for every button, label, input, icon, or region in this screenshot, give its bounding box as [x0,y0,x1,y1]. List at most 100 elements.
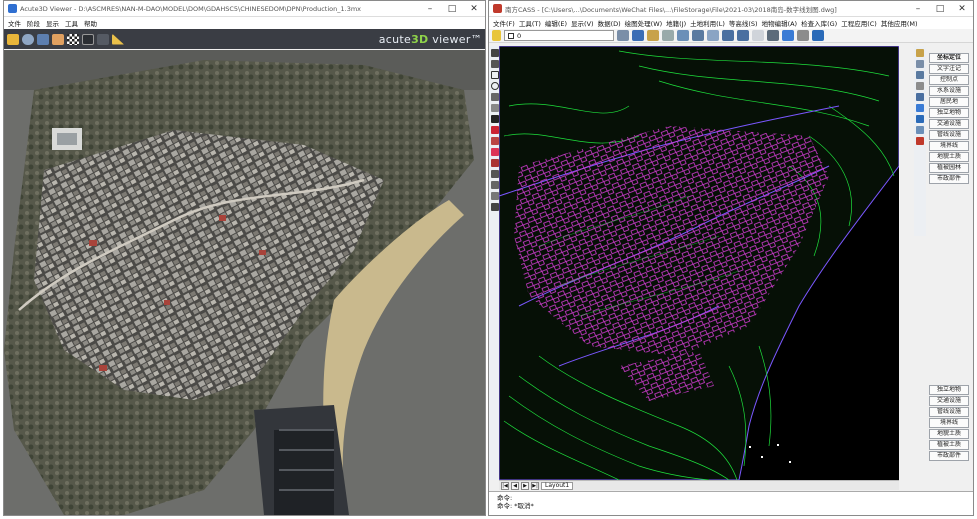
panel-btn-vegetation[interactable]: 植被园林 [929,163,969,173]
layer-icon[interactable] [492,30,501,41]
ucs-icon[interactable] [916,93,924,101]
pan-hand-icon[interactable] [52,33,64,45]
node-edit-icon[interactable] [916,60,924,68]
menu-item-contour[interactable]: 等高线(S) [729,18,758,28]
offset-icon[interactable] [491,192,499,200]
select-icon[interactable] [782,30,794,41]
panel-btn-municipal[interactable]: 市政部件 [929,174,969,184]
menu-item-tools[interactable]: 工具(T) [519,18,541,28]
layer-manager-icon[interactable] [617,30,629,41]
panel-btn-text-annotation[interactable]: 文字注记 [929,64,969,74]
pen-icon[interactable] [916,49,924,57]
panel-btn-residential[interactable]: 居民地 [929,97,969,107]
prev-tab-icon[interactable]: ◀ [511,481,519,490]
maximize-icon[interactable]: □ [441,4,463,14]
save-icon[interactable] [632,30,644,41]
open-folder-icon[interactable] [7,33,19,45]
menu-item-cadastre[interactable]: 地籍(J) [666,18,686,28]
menu-item-display[interactable]: 显示(V) [571,18,594,28]
panel-btn-boundary-2[interactable]: 境界线 [929,418,969,428]
menu-item-feature-edit[interactable]: 地物编辑(A) [762,18,798,28]
hatch-icon[interactable] [491,104,499,112]
edit-icon[interactable] [647,30,659,41]
measure-icon[interactable] [112,33,124,45]
zoom-previous-icon[interactable] [707,30,719,41]
3d-model-viewport[interactable] [4,50,485,515]
redo-icon[interactable] [737,30,749,41]
scale-icon[interactable] [491,159,499,167]
menu-item-engineering[interactable]: 工程应用(C) [841,18,877,28]
panel-btn-water[interactable]: 水系设施 [929,86,969,96]
close-icon[interactable]: ✕ [463,4,485,14]
panel-btn-coordinate[interactable]: 坐标定位 [929,53,969,63]
command-line[interactable]: 命令: 命令: *取消* [489,491,973,515]
grid-icon[interactable] [767,30,779,41]
erase-icon[interactable] [491,203,499,211]
shading-icon[interactable] [97,33,109,45]
panel-btn-boundary[interactable]: 境界线 [929,141,969,151]
panel-btn-pipeline[interactable]: 管线设施 [929,130,969,140]
pan-icon[interactable] [662,30,674,41]
copy-icon[interactable] [491,137,499,145]
panel-btn-pipeline-2[interactable]: 管线设施 [929,407,969,417]
line-icon[interactable] [491,49,499,57]
menu-item-data[interactable]: 数据(D) [598,18,621,28]
checker-texture-icon[interactable] [67,33,79,45]
move-icon[interactable] [491,126,499,134]
first-tab-icon[interactable]: |◀ [501,481,509,490]
help-icon[interactable] [812,30,824,41]
tab-layout1[interactable]: Layout1 [541,481,574,490]
rotate-icon[interactable] [491,148,499,156]
delete-icon[interactable] [916,137,924,145]
panel-btn-traffic[interactable]: 交通设施 [929,119,969,129]
properties-icon[interactable] [752,30,764,41]
menu-item-edit[interactable]: 编辑(E) [545,18,567,28]
panel-btn-vegetation-2[interactable]: 植被土质 [929,440,969,450]
snap-icon[interactable] [916,104,924,112]
panel-btn-landform[interactable]: 地貌土质 [929,152,969,162]
circle-icon[interactable] [491,82,499,90]
cad-drawing-canvas[interactable] [499,46,899,480]
ortho-icon[interactable] [916,115,924,123]
panel-btn-control-point[interactable]: 控制点 [929,75,969,85]
minimize-icon[interactable]: – [419,4,441,14]
zoom-window-icon[interactable] [677,30,689,41]
maximize-icon[interactable]: □ [929,4,951,14]
layer-select[interactable]: 0 [504,30,614,41]
menu-item-land-use[interactable]: 土地利用(L) [690,18,725,28]
undo-icon[interactable] [722,30,734,41]
close-icon[interactable]: ✕ [951,4,973,14]
text-icon[interactable] [491,115,499,123]
panel-btn-independent-2[interactable]: 独立地物 [929,385,969,395]
last-tab-icon[interactable]: ▶| [531,481,539,490]
menu-item-file[interactable]: 文件(F) [493,18,515,28]
menu-item-other[interactable]: 其他应用(M) [881,18,918,28]
edit-toolbar [914,46,926,236]
orbit-icon[interactable] [22,33,34,45]
menu-item-check[interactable]: 检查入库(G) [801,18,837,28]
menu-item-tools[interactable]: 工具 [65,18,78,28]
polar-icon[interactable] [916,126,924,134]
menu-item-display[interactable]: 显示 [46,18,59,28]
menu-item-stage[interactable]: 阶段 [27,18,40,28]
wireframe-icon[interactable] [82,33,94,45]
rectangle-icon[interactable] [491,71,499,79]
menu-item-file[interactable]: 文件 [8,18,21,28]
zoom-extents-icon[interactable] [692,30,704,41]
settings-icon[interactable] [797,30,809,41]
panel-btn-municipal-2[interactable]: 市政部件 [929,451,969,461]
next-tab-icon[interactable]: ▶ [521,481,529,490]
hierarchy-icon[interactable] [916,71,924,79]
minimize-icon[interactable]: – [907,4,929,14]
menu-item-help[interactable]: 帮助 [84,18,97,28]
menu-item-drawing[interactable]: 绘图处理(W) [625,18,663,28]
arc-icon[interactable] [491,93,499,101]
trim-icon[interactable] [491,170,499,178]
dimension-icon[interactable] [916,82,924,90]
panel-btn-independent[interactable]: 独立地物 [929,108,969,118]
polyline-icon[interactable] [491,60,499,68]
extend-icon[interactable] [491,181,499,189]
panel-btn-traffic-2[interactable]: 交通设施 [929,396,969,406]
panel-btn-landform-2[interactable]: 地貌土质 [929,429,969,439]
navigate-icon[interactable] [37,33,49,45]
